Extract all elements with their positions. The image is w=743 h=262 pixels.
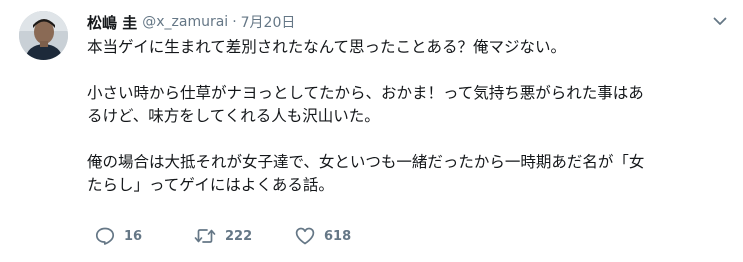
tweet-line: るけど、味方をしてくれる人も沢山いた。 (87, 107, 380, 125)
avatar-image (19, 11, 68, 60)
tweet[interactable]: 松嶋 圭 @x_zamurai · 7月20日 本当ゲイに生まれて差別されたなん… (0, 0, 743, 262)
avatar[interactable] (19, 11, 68, 60)
username[interactable]: @x_zamurai (142, 14, 228, 30)
heart-icon (295, 227, 315, 245)
retweet-count: 222 (225, 228, 253, 244)
reply-count: 16 (124, 228, 143, 244)
reply-button[interactable]: 16 (95, 227, 194, 245)
tweet-paragraph: 小さい時から仕草がナヨっとしてたから、おかま！って気持ち悪がられた事はあ るけど… (87, 82, 727, 128)
chevron-down-icon (713, 17, 727, 25)
tweet-line: たらし」ってゲイにはよくある話。 (87, 176, 334, 194)
timestamp[interactable]: 7月20日 (241, 12, 296, 32)
tweet-header: 松嶋 圭 @x_zamurai · 7月20日 (87, 10, 295, 34)
retweet-button[interactable]: 222 (194, 228, 295, 244)
like-button[interactable]: 618 (295, 227, 375, 245)
tweet-line: 本当ゲイに生まれて差別されたなんて思ったことある？俺マジない。 (87, 38, 566, 56)
display-name[interactable]: 松嶋 圭 (87, 12, 137, 33)
more-options-button[interactable] (711, 14, 729, 28)
tweet-actions: 16 222 618 (95, 224, 375, 248)
reply-icon (95, 227, 115, 245)
header-separator: · (232, 14, 237, 30)
tweet-paragraph: 俺の場合は大抵それが女子達で、女といつも一緒だったから一時期あだ名が「女 たらし… (87, 151, 727, 197)
tweet-text: 本当ゲイに生まれて差別されたなんて思ったことある？俺マジない。 小さい時から仕草… (87, 36, 727, 197)
tweet-line: 小さい時から仕草がナヨっとしてたから、おかま！って気持ち悪がられた事はあ (87, 84, 644, 102)
tweet-line: 俺の場合は大抵それが女子達で、女といつも一緒だったから一時期あだ名が「女 (87, 153, 645, 171)
retweet-icon (194, 229, 216, 243)
like-count: 618 (324, 228, 352, 244)
tweet-paragraph: 本当ゲイに生まれて差別されたなんて思ったことある？俺マジない。 (87, 36, 727, 59)
